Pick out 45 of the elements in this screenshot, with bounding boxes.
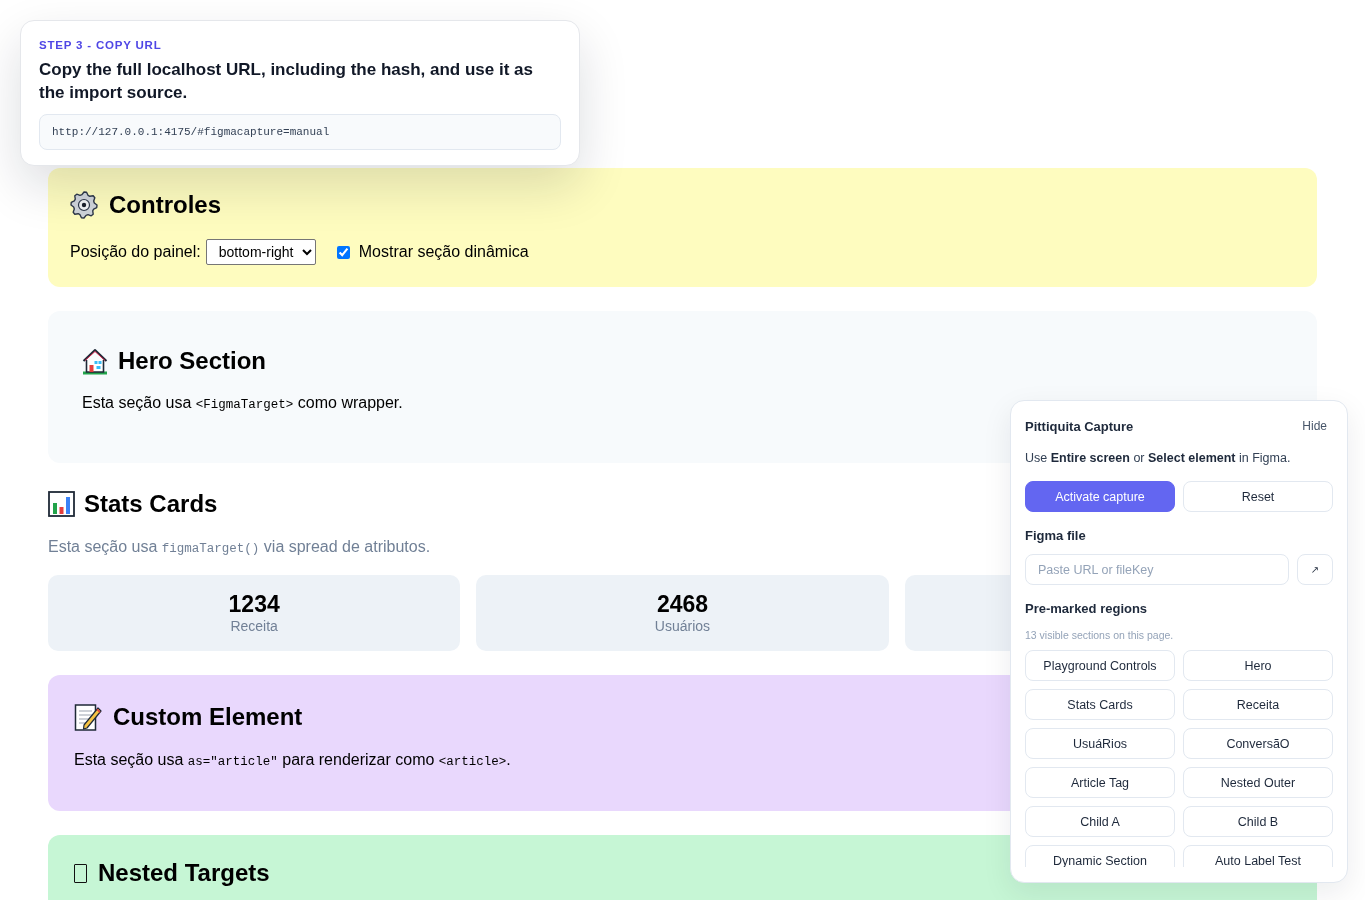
section-title: Hero Section	[118, 347, 267, 375]
activate-button[interactable]: Activate capture	[1025, 481, 1175, 512]
stat-value: 1234	[228, 591, 280, 617]
checkbox[interactable]	[336, 245, 350, 259]
region-button[interactable]: Auto Label Test	[1183, 845, 1333, 867]
section-title: Stats Cards	[84, 490, 218, 518]
section-label: Pre-marked regions	[1025, 600, 1148, 618]
stat-value: 2468	[656, 591, 709, 617]
house-icon	[82, 347, 108, 375]
step-label: STEP 3 - COPY URL	[39, 38, 163, 52]
bar-chart-icon	[48, 491, 75, 517]
memo-icon	[74, 703, 102, 731]
url-field[interactable]: http://127.0.0.1:4175/#figmacapture=manual	[39, 114, 561, 150]
panel-hint: Use Entire screen or Select element in Figma.	[1025, 450, 1291, 467]
hide-button[interactable]: Hide	[1302, 419, 1333, 433]
panel-title: Pittiquita Capture	[1025, 418, 1134, 434]
region-button[interactable]: UsuáRios	[1025, 728, 1175, 759]
file-input[interactable]: Paste URL or fileKey	[1025, 554, 1289, 585]
section-label: Figma file	[1025, 527, 1086, 545]
region-button[interactable]: Child A	[1025, 806, 1175, 837]
open-button[interactable]: ↗	[1297, 554, 1333, 585]
checkbox-label: Mostrar seção dinâmica	[358, 243, 529, 261]
region-button[interactable]: Stats Cards	[1025, 689, 1175, 720]
region-button[interactable]: Playground Controls	[1025, 650, 1175, 681]
region-button[interactable]: Child B	[1183, 806, 1333, 837]
stat-label: Receita	[230, 617, 278, 635]
region-button[interactable]: Dynamic Section	[1025, 845, 1175, 867]
section-description: Esta seção usa figmaTarget() via spread de atributos.	[48, 538, 431, 558]
region-button[interactable]: Receita	[1183, 689, 1333, 720]
region-button[interactable]: Hero	[1183, 650, 1333, 681]
section-title: Custom Element	[113, 703, 303, 731]
rectangle-icon	[74, 863, 87, 883]
region-button[interactable]: ConversãO	[1183, 728, 1333, 759]
region-button[interactable]: Nested Outer	[1183, 767, 1333, 798]
region-button[interactable]: Article Tag	[1025, 767, 1175, 798]
section-title: Nested Targets	[98, 859, 270, 887]
reset-button[interactable]: Reset	[1183, 481, 1333, 512]
gear-icon	[70, 191, 98, 219]
field-label: Posição do painel:	[70, 243, 201, 261]
panel-position-select[interactable]: bottom-right	[205, 239, 316, 265]
regions-count: 13 visible sections on this page.	[1025, 628, 1174, 642]
step-instruction: Copy the full localhost URL, including the hash, and use it as the import source.	[39, 59, 534, 104]
stat-label: Usuários	[654, 617, 711, 635]
section-description: Esta seção usa <FigmaTarget> como wrapper.	[82, 394, 403, 414]
section-title: Controles	[109, 191, 221, 219]
